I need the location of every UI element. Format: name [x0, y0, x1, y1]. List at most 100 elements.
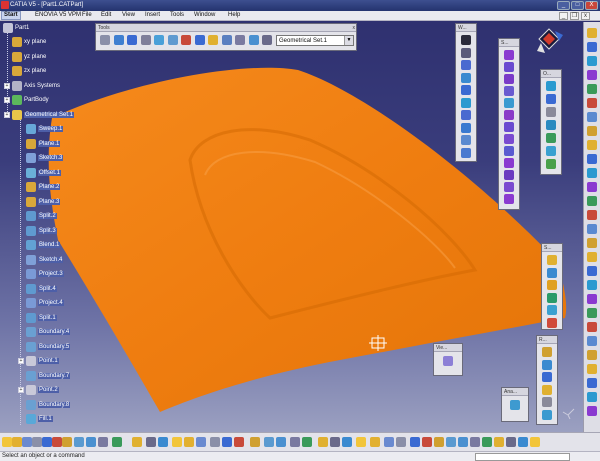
standard-tool-icon[interactable]	[482, 437, 492, 447]
replication-tool-icon[interactable]	[542, 359, 552, 370]
surface-tool-icon[interactable]	[504, 50, 514, 60]
workbench-tool-icon[interactable]	[587, 28, 597, 38]
geometrical-set-dropdown[interactable]: Geometrical Set.1 ▼	[276, 35, 354, 46]
operation-tool-icon[interactable]	[546, 107, 556, 117]
workbench-tool-icon[interactable]	[587, 154, 597, 164]
standard-tool-icon[interactable]	[132, 437, 142, 447]
tree-item[interactable]: Boundary.4	[26, 326, 71, 338]
standard-tool-icon[interactable]	[290, 437, 300, 447]
workbench-tool-icon[interactable]	[587, 168, 597, 178]
standard-tool-icon[interactable]	[146, 437, 156, 447]
workbench-tool-icon[interactable]	[587, 42, 597, 52]
standard-tool-icon[interactable]	[62, 437, 72, 447]
sketch-tool-icon[interactable]	[547, 280, 557, 290]
standard-tool-icon[interactable]	[210, 437, 220, 447]
wireframe-tool-icon[interactable]	[461, 85, 471, 95]
tree-item[interactable]: Boundary.7	[26, 370, 71, 382]
standard-tool-icon[interactable]	[184, 437, 194, 447]
tree-item[interactable]: Point.2	[26, 384, 59, 396]
tree-item[interactable]: Plane.1	[26, 138, 61, 150]
tree-item[interactable]: yz plane	[12, 51, 46, 63]
tool-button-icon[interactable]	[140, 35, 151, 45]
workbench-tool-icon[interactable]	[587, 322, 597, 332]
tree-item[interactable]: Plane.3	[26, 196, 61, 208]
operation-tool-icon[interactable]	[546, 120, 556, 130]
tool-button-icon[interactable]	[262, 35, 272, 45]
tree-item[interactable]: Project.3	[26, 268, 64, 280]
workbench-tool-icon[interactable]	[587, 182, 597, 192]
tree-item[interactable]: Boundary.5	[26, 341, 71, 353]
wireframe-tool-icon[interactable]	[461, 35, 471, 45]
tree-item[interactable]: Plane.2	[26, 181, 61, 193]
wireframe-tool-icon[interactable]	[461, 110, 471, 120]
wireframe-tool-icon[interactable]	[461, 97, 471, 108]
standard-tool-icon[interactable]	[276, 437, 286, 447]
surface-tool-icon[interactable]	[504, 98, 514, 108]
standard-tool-icon[interactable]	[172, 437, 182, 447]
tree-item[interactable]: Fill.1	[26, 413, 53, 425]
expand-icon[interactable]: +	[4, 82, 10, 89]
workbench-tool-icon[interactable]	[587, 392, 597, 402]
sketch-tool-icon[interactable]	[547, 317, 557, 328]
expand-icon[interactable]: +	[18, 387, 24, 393]
tree-item[interactable]: Offset.1	[26, 167, 61, 179]
standard-tool-icon[interactable]	[302, 437, 312, 447]
replication-tool-icon[interactable]	[542, 384, 552, 395]
workbench-tool-icon[interactable]	[587, 98, 597, 108]
standard-tool-icon[interactable]	[530, 437, 540, 447]
workbench-tool-icon[interactable]	[587, 378, 597, 388]
wireframe-tool-icon[interactable]	[461, 122, 471, 133]
workbench-tool-icon[interactable]	[587, 336, 597, 346]
tool-button-icon[interactable]	[235, 35, 245, 45]
tree-item[interactable]: Split.2	[26, 210, 57, 222]
standard-tool-icon[interactable]	[494, 437, 504, 447]
tool-button-icon[interactable]	[100, 35, 110, 45]
standard-tool-icon[interactable]	[74, 437, 84, 447]
surface-tool-icon[interactable]	[504, 122, 514, 132]
tool-button-icon[interactable]	[154, 35, 164, 45]
tree-item[interactable]: Sweep.1	[26, 123, 64, 135]
expand-icon[interactable]: +	[4, 97, 10, 103]
standard-tool-icon[interactable]	[222, 437, 232, 447]
tool-button-icon[interactable]	[208, 35, 218, 45]
standard-tool-icon[interactable]	[330, 437, 340, 447]
tool-button-icon[interactable]	[194, 35, 205, 45]
operation-tool-icon[interactable]	[546, 81, 556, 91]
tree-item[interactable]: Point.1	[26, 355, 59, 367]
sketch-tool-icon[interactable]	[547, 305, 557, 315]
workbench-tool-icon[interactable]	[587, 210, 597, 220]
operation-tool-icon[interactable]	[546, 159, 556, 169]
workbench-tool-icon[interactable]	[587, 266, 597, 276]
tool-button-icon[interactable]	[221, 35, 232, 45]
workbench-tool-icon[interactable]	[587, 252, 597, 262]
workbench-tool-icon[interactable]	[587, 238, 597, 248]
standard-tool-icon[interactable]	[112, 437, 122, 447]
tree-item[interactable]: Boundary.8	[26, 399, 71, 411]
view-mode-icon[interactable]	[443, 356, 453, 366]
connect-checker-icon[interactable]	[510, 400, 520, 410]
replication-tool-icon[interactable]	[542, 372, 552, 382]
replication-tool-icon[interactable]	[542, 397, 552, 407]
tree-root[interactable]: Part1	[3, 22, 29, 34]
sketch-tool-icon[interactable]	[547, 292, 557, 303]
surface-tool-icon[interactable]	[504, 182, 514, 192]
workbench-tool-icon[interactable]	[587, 112, 597, 122]
surface-tool-icon[interactable]	[504, 170, 514, 180]
tree-item[interactable]: Project.4	[26, 297, 64, 309]
power-input-field[interactable]	[475, 453, 570, 461]
wireframe-tool-icon[interactable]	[461, 135, 471, 145]
workbench-tool-icon[interactable]	[587, 294, 597, 304]
surface-tool-icon[interactable]	[504, 62, 514, 72]
tree-item[interactable]: Blend.1	[26, 239, 61, 251]
sketch-tool-icon[interactable]	[547, 267, 557, 278]
workbench-tool-icon[interactable]	[587, 140, 597, 150]
workbench-tool-icon[interactable]	[587, 364, 597, 374]
standard-tool-icon[interactable]	[42, 437, 52, 447]
compass-icon[interactable]	[535, 27, 567, 57]
tool-button-icon[interactable]	[248, 35, 259, 45]
operation-tool-icon[interactable]	[546, 146, 556, 156]
wireframe-tool-icon[interactable]	[461, 60, 471, 70]
replication-tool-icon[interactable]	[542, 347, 552, 357]
standard-tool-icon[interactable]	[356, 437, 366, 447]
tool-button-icon[interactable]	[127, 35, 137, 45]
